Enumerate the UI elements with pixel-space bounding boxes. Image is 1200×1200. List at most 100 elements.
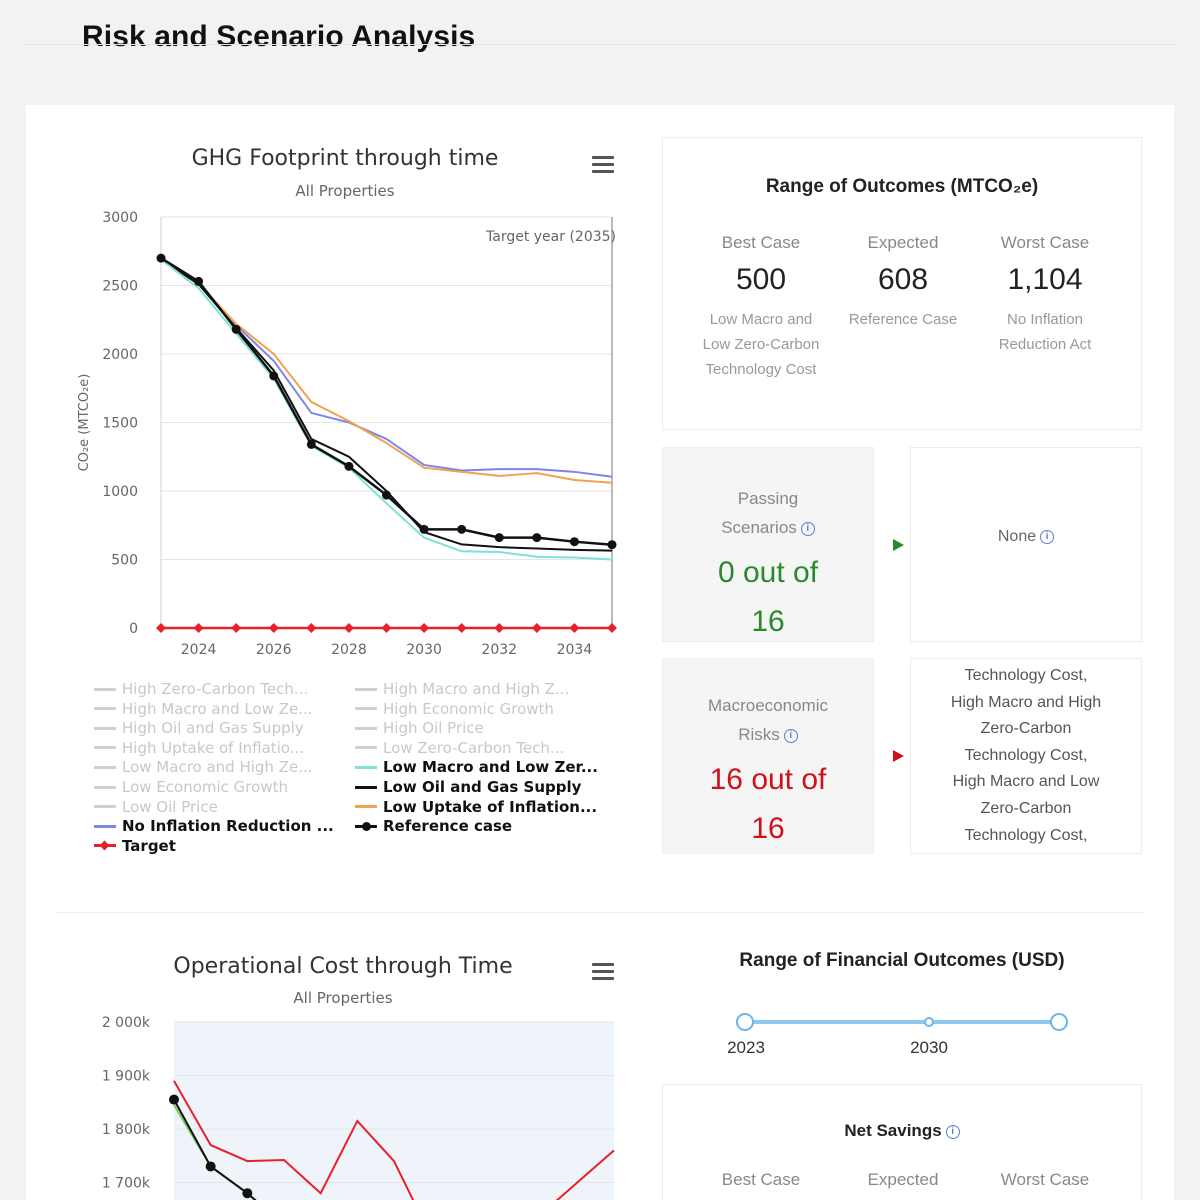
legend-label: Low Macro and Low Zer... [383,758,598,777]
data-point [205,1161,216,1172]
data-point [306,439,316,449]
macro-detail-card: Technology Cost, High Macro and High Zer… [910,658,1142,854]
legend-item[interactable]: High Macro and Low Ze... [94,700,313,718]
legend-item[interactable]: High Uptake of Inflatio... [94,739,304,757]
info-icon[interactable]: i [945,1124,960,1139]
data-point [269,371,279,381]
legend-line-icon [94,687,116,691]
series-line [160,257,613,546]
data-point [607,623,617,633]
hamburger-icon [592,963,614,966]
legend-item[interactable]: Low Uptake of Inflation... [355,798,597,816]
cost-chart-menu-button[interactable] [592,963,614,981]
net-expected-label: Expected [867,1170,939,1189]
legend-label: High Oil Price [383,719,484,738]
data-point [569,623,580,633]
net-savings-title: Net Savings i [663,1121,1141,1141]
x-tick-label: 2032 [481,642,517,658]
legend-item[interactable]: Target [94,837,176,855]
data-point [343,623,354,633]
legend-item[interactable]: High Oil Price [355,719,484,737]
data-point [456,623,467,633]
legend-line-icon [355,726,377,730]
red-arrow-right-icon [893,750,904,762]
y-tick-label: 3000 [102,210,138,226]
legend-label: Low Oil Price [122,797,218,816]
legend-label: High Oil and Gas Supply [122,719,304,738]
legend-item[interactable]: Low Macro and High Ze... [94,758,313,776]
macro-risks-card: Macroeconomic Risks i 16 out of 16 [662,658,874,854]
series-line [160,258,613,552]
section-divider [56,912,1144,913]
ghg-chart: 3000 2500 2000 1500 1000 500 0 2024 2026 2028 2030… [77,210,617,658]
x-tick-label: 2028 [331,642,367,658]
legend-item[interactable]: No Inflation Reduction ... [94,817,334,835]
range-outcomes-title: Range of Outcomes (MTCO₂e) [765,176,1039,197]
expected-value: 608 [877,263,929,296]
year-range-slider-track[interactable] [745,1020,1059,1024]
legend-label: High Economic Growth [383,699,554,718]
data-point [382,490,391,500]
legend-item[interactable]: Low Zero-Carbon Tech... [355,739,564,757]
legend-line-icon [94,785,116,789]
data-point [169,1094,179,1105]
x-tick-label: 2030 [406,642,442,658]
info-icon[interactable]: i [800,521,815,536]
legend-line-icon [94,746,116,750]
legend-line-icon [94,805,116,809]
worst-case-label: Worst Case [1000,233,1090,252]
data-point [532,533,542,543]
legend-line-icon [355,821,377,831]
data-point [194,276,204,286]
legend-item[interactable]: Low Macro and Low Zer... [355,758,598,776]
legend-line-icon [94,840,116,851]
data-point [494,623,505,633]
legend-item[interactable]: High Economic Growth [355,700,554,718]
ghg-chart-subtitle: All Properties [295,182,395,200]
legend-item[interactable]: High Oil and Gas Supply [94,719,304,737]
data-point [268,623,279,633]
legend-item[interactable]: High Macro and High Z... [355,680,569,698]
expected-block: Expected 608 Reference Case [833,233,973,332]
legend-label: Low Zero-Carbon Tech... [383,738,565,757]
page-title: Risk and Scenario Analysis [82,20,476,53]
year-slider-mid-marker [924,1017,934,1027]
legend-item[interactable]: High Zero-Carbon Tech... [94,680,308,698]
legend-line-icon [94,765,116,769]
y-tick-label: 1 800k [102,1122,151,1138]
legend-label: Low Macro and High Ze... [122,758,313,777]
legend-item[interactable]: Low Economic Growth [94,778,288,796]
expected-note: Reference Case [848,311,958,328]
legend-item[interactable]: Reference case [355,817,512,835]
legend-line-icon [355,785,377,789]
data-point [156,623,166,633]
legend-item[interactable]: Low Oil and Gas Supply [355,778,581,796]
best-case-block: Best Case 500 Low Macro and Low Zero-Car… [691,233,831,382]
best-case-note: Low Macro and Low Zero-Carbon Technology… [702,311,820,378]
data-point [156,253,166,263]
worst-case-value: 1,104 [1007,263,1083,296]
passing-scenarios-label: Passing Scenarios i [663,484,873,542]
passing-scenarios-value: 0 out of 16 [717,556,819,638]
data-point [344,461,354,471]
info-icon[interactable]: i [783,728,798,743]
data-point [569,537,579,547]
best-case-value: 500 [735,263,787,296]
y-tick-label: 0 [129,621,138,637]
year-slider-start-handle[interactable] [736,1013,754,1031]
legend-line-icon [355,687,377,691]
legend-label: High Uptake of Inflatio... [122,738,305,757]
y-tick-label: 1500 [102,416,138,432]
target-year-annotation: Target year (2035) [485,229,616,245]
legend-item[interactable]: Low Oil Price [94,798,218,816]
x-tick-label: 2034 [557,642,593,658]
legend-line-icon [355,805,377,809]
data-point [381,623,392,633]
legend-label: Low Uptake of Inflation... [383,797,598,816]
year-slider-end-handle[interactable] [1050,1013,1068,1031]
info-icon[interactable]: i [1040,529,1055,544]
data-point [419,623,430,633]
data-point [494,533,504,543]
ghg-chart-menu-button[interactable] [592,156,614,174]
plot-band [174,1022,614,1200]
